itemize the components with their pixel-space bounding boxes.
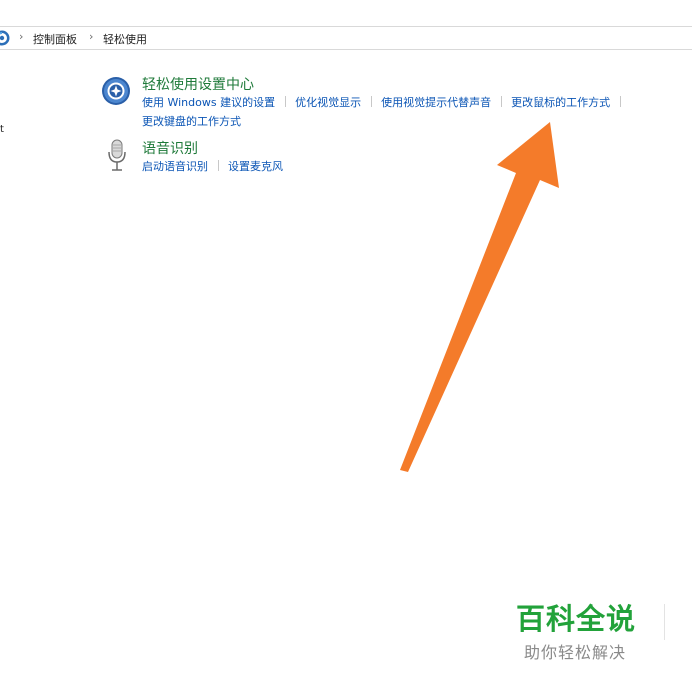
watermark: 百科全说 助你轻松解决 [516,596,646,663]
watermark-title: 百科全说 [516,602,637,636]
divider [664,604,665,640]
watermark-subtitle: 助你轻松解决 [524,643,627,662]
annotation-arrow-icon [400,122,559,472]
